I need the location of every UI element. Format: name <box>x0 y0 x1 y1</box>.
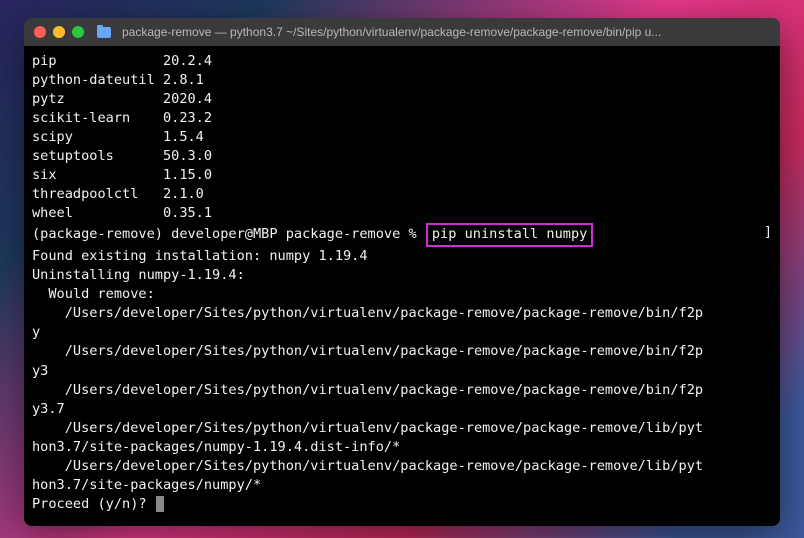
package-row: python-dateutil 2.8.1 <box>32 71 772 90</box>
output-path: /Users/developer/Sites/python/virtualenv… <box>32 457 772 476</box>
shell-prompt-line: (package-remove) developer@MBP package-r… <box>32 223 772 247</box>
folder-icon <box>97 27 111 38</box>
output-found: Found existing installation: numpy 1.19.… <box>32 247 772 266</box>
package-row: pytz 2020.4 <box>32 90 772 109</box>
close-button[interactable] <box>34 26 46 38</box>
cursor-icon <box>156 496 164 512</box>
output-would-remove: Would remove: <box>32 285 772 304</box>
package-row: six 1.15.0 <box>32 166 772 185</box>
output-path: /Users/developer/Sites/python/virtualenv… <box>32 419 772 438</box>
output-path: hon3.7/site-packages/numpy-1.19.4.dist-i… <box>32 438 772 457</box>
output-path: /Users/developer/Sites/python/virtualenv… <box>32 342 772 361</box>
maximize-button[interactable] <box>72 26 84 38</box>
output-path: /Users/developer/Sites/python/virtualenv… <box>32 381 772 400</box>
output-path: y <box>32 323 772 342</box>
output-path: y3 <box>32 362 772 381</box>
output-path: y3.7 <box>32 400 772 419</box>
shell-prompt: (package-remove) developer@MBP package-r… <box>32 226 417 242</box>
output-path: hon3.7/site-packages/numpy/* <box>32 476 772 495</box>
terminal-body[interactable]: pip 20.2.4python-dateutil 2.8.1pytz 2020… <box>24 46 780 526</box>
window-title: package-remove — python3.7 ~/Sites/pytho… <box>122 25 770 39</box>
package-row: setuptools 50.3.0 <box>32 147 772 166</box>
terminal-window: package-remove — python3.7 ~/Sites/pytho… <box>24 18 780 526</box>
output-uninstalling: Uninstalling numpy-1.19.4: <box>32 266 772 285</box>
package-row: threadpoolctl 2.1.0 <box>32 185 772 204</box>
proceed-prompt[interactable]: Proceed (y/n)? <box>32 495 772 514</box>
package-row: scipy 1.5.4 <box>32 128 772 147</box>
package-row: wheel 0.35.1 <box>32 204 772 223</box>
package-row: scikit-learn 0.23.2 <box>32 109 772 128</box>
minimize-button[interactable] <box>53 26 65 38</box>
command-highlight: pip uninstall numpy <box>426 223 594 247</box>
titlebar: package-remove — python3.7 ~/Sites/pytho… <box>24 18 780 46</box>
command-text: pip uninstall numpy <box>432 226 588 242</box>
package-row: pip 20.2.4 <box>32 52 772 71</box>
output-path: /Users/developer/Sites/python/virtualenv… <box>32 304 772 323</box>
